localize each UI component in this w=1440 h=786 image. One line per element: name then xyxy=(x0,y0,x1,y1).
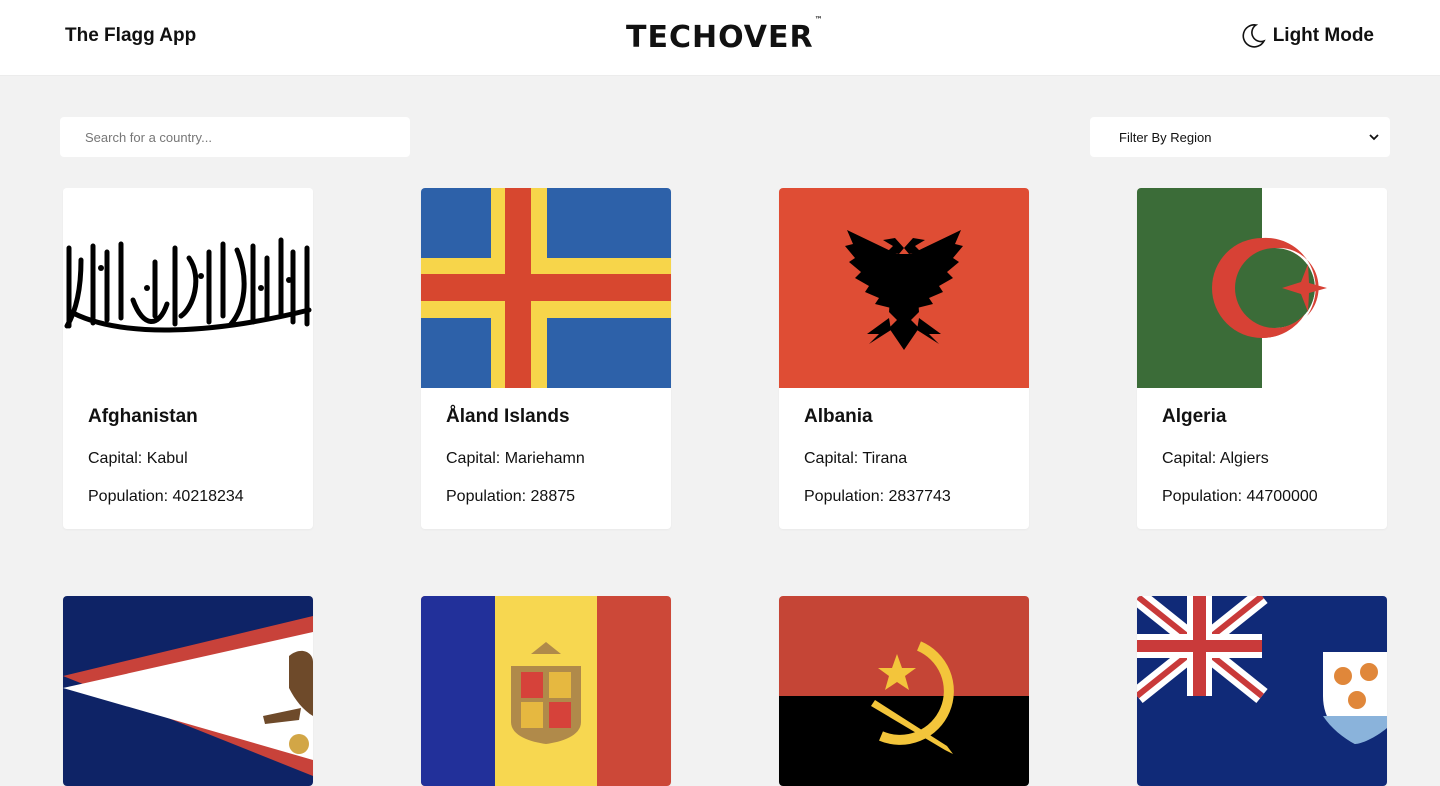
country-card-anguilla[interactable] xyxy=(1137,596,1387,786)
afghanistan-flag xyxy=(63,188,313,388)
angola-flag xyxy=(779,596,1029,786)
country-card-aland-islands[interactable]: Åland Islands Capital: Mariehamn Populat… xyxy=(421,188,671,529)
population-value: 44700000 xyxy=(1246,488,1318,505)
region-filter-value: Filter By Region xyxy=(1119,129,1212,145)
brand-logo: TECHOVER™ xyxy=(626,15,824,55)
capital-value: Mariehamn xyxy=(504,450,585,467)
country-population: Population: 2837743 xyxy=(804,488,1004,506)
capital-value: Tirana xyxy=(862,450,908,467)
country-population: Population: 44700000 xyxy=(1162,488,1362,506)
country-population: Population: 40218234 xyxy=(88,488,288,506)
country-card-american-samoa[interactable] xyxy=(63,596,313,786)
andorra-flag xyxy=(421,596,671,786)
country-name: Afghanistan xyxy=(88,406,198,427)
card-body: Albania Capital: Tirana Population: 2837… xyxy=(779,388,1029,529)
population-label: Population: xyxy=(1162,488,1243,505)
country-card-algeria[interactable]: Algeria Capital: Algiers Population: 447… xyxy=(1137,188,1387,529)
capital-label: Capital: xyxy=(88,450,143,467)
algeria-flag xyxy=(1137,188,1387,388)
population-label: Population: xyxy=(446,488,527,505)
anguilla-flag xyxy=(1137,596,1387,786)
country-card-albania[interactable]: Albania Capital: Tirana Population: 2837… xyxy=(779,188,1029,529)
country-card-andorra[interactable] xyxy=(421,596,671,786)
population-label: Population: xyxy=(88,488,169,505)
search-input[interactable] xyxy=(60,117,410,157)
albania-flag xyxy=(779,188,1029,388)
capital-label: Capital: xyxy=(804,450,859,467)
capital-value: Algiers xyxy=(1219,450,1269,467)
country-capital: Capital: Tirana xyxy=(804,450,1004,468)
country-name: Albania xyxy=(804,406,873,427)
app-title: The Flagg App xyxy=(65,25,197,46)
theme-toggle[interactable]: Light Mode xyxy=(1239,22,1374,50)
card-body: Afghanistan Capital: Kabul Population: 4… xyxy=(63,388,313,529)
country-population: Population: 28875 xyxy=(446,488,646,506)
population-label: Population: xyxy=(804,488,885,505)
capital-value: Kabul xyxy=(146,450,188,467)
country-capital: Capital: Algiers xyxy=(1162,450,1362,468)
trademark-mark: ™ xyxy=(814,15,824,24)
country-name: Åland Islands xyxy=(446,406,570,427)
population-value: 28875 xyxy=(530,488,576,505)
card-body: Algeria Capital: Algiers Population: 447… xyxy=(1137,388,1387,529)
chevron-down-icon xyxy=(1369,134,1379,141)
moon-icon xyxy=(1242,24,1266,48)
country-capital: Capital: Kabul xyxy=(88,450,288,468)
top-header: The Flagg App TECHOVER™ Light Mode xyxy=(0,0,1440,76)
population-value: 2837743 xyxy=(888,488,951,505)
capital-label: Capital: xyxy=(1162,450,1217,467)
american-samoa-flag xyxy=(63,596,313,786)
brand-logo-text: TECHOVER xyxy=(626,20,814,55)
country-capital: Capital: Mariehamn xyxy=(446,450,646,468)
region-filter-select[interactable]: Filter By Region xyxy=(1090,117,1390,157)
country-card-angola[interactable] xyxy=(779,596,1029,786)
country-card-afghanistan[interactable]: Afghanistan Capital: Kabul Population: 4… xyxy=(63,188,313,529)
aland-flag xyxy=(421,188,671,388)
country-name: Algeria xyxy=(1162,406,1227,427)
card-body: Åland Islands Capital: Mariehamn Populat… xyxy=(421,388,671,529)
capital-label: Capital: xyxy=(446,450,501,467)
population-value: 40218234 xyxy=(172,488,244,505)
theme-toggle-label: Light Mode xyxy=(1272,25,1374,46)
